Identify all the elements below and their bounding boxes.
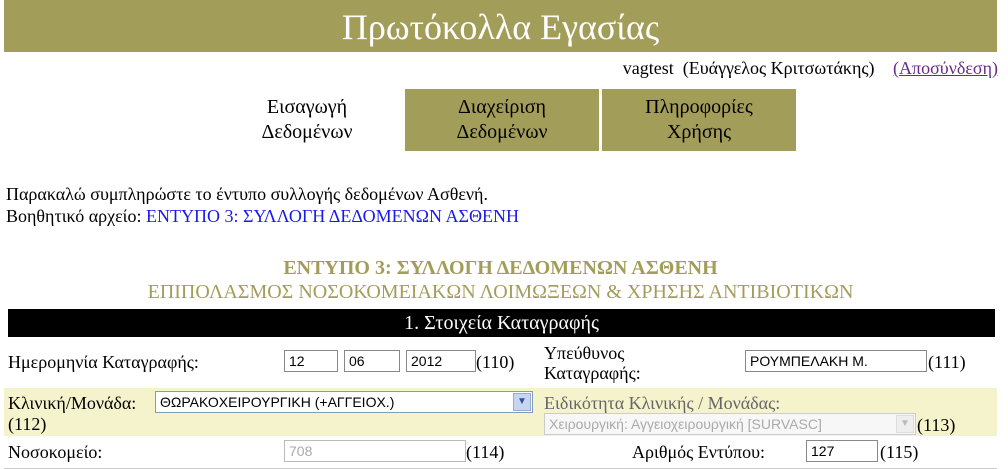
tab-label-line1: Πληροφορίες [645,96,753,118]
form-subtitle: ΕΠΙΠΟΛΑΣΜΟΣ ΝΟΣΟΚΟΜΕΙΑΚΩΝ ΛΟΙΜΩΞΕΩΝ & ΧΡ… [147,281,854,303]
year-input[interactable] [406,350,476,372]
user-fullname: (Ευάγγελος Κριτσωτάκης) [682,58,875,78]
tab-data-management[interactable]: Διαχείριση Δεδομένων [405,89,599,151]
helper-file-link[interactable]: ΕΝΤΥΠΟ 3: ΣΥΛΛΟΓΗ ΔΕΔΟΜΕΝΩΝ ΑΣΘΕΝΗ [146,206,519,226]
form-row-date: Ημερομηνία Καταγραφής: (110) Υπεύθυνος Κ… [4,339,997,386]
form-row-clinic: Κλινική/Μονάδα: ΘΩΡΑΚΟΧΕΙΡΟΥΡΓΙΚΗ (+ΑΓΓΕ… [4,388,997,436]
responsible-code: (111) [928,352,966,372]
section-header: 1. Στοιχεία Καταγραφής [8,309,995,337]
chevron-down-icon: ▼ [896,415,914,433]
form-number-input[interactable] [806,440,878,462]
tab-label-line2: Δεδομένων [261,121,353,143]
date-code: (110) [476,352,515,372]
date-label: Ημερομηνία Καταγραφής: [8,352,199,372]
tab-label-line1: Διαχείριση [458,96,546,118]
responsible-label: Υπεύθυνος Καταγραφής: [544,343,641,383]
username: vagtest [622,58,674,78]
user-info: vagtest (Ευάγγελος Κριτσωτάκης) (Αποσύνδ… [623,58,998,79]
hospital-input [284,440,466,462]
tab-label-line2: Δεδομένων [456,121,548,143]
specialty-select: Χειρουργική: Αγγειοχειρουργική [SURVASC]… [544,413,916,435]
app-title-banner: Πρωτόκολλα Εγασίας [4,0,997,52]
responsible-label-line2: Καταγραφής: [544,363,641,383]
hospital-label: Νοσοκομείο: [8,442,103,462]
chevron-down-icon[interactable]: ▼ [513,393,531,411]
intro-block: Παρακαλώ συμπληρώστε το έντυπο συλλογής … [6,183,519,227]
logout-link[interactable]: (Αποσύνδεση) [893,58,998,78]
specialty-selected-value: Χειρουργική: Αγγειοχειρουργική [SURVASC] [549,416,822,432]
responsible-label-line1: Υπεύθυνος [544,343,625,363]
clinic-select[interactable]: ΘΩΡΑΚΟΧΕΙΡΟΥΡΓΙΚΗ (+ΑΓΓΕΙΟΧ.) ▼ [155,391,533,413]
tab-data-entry[interactable]: Εισαγωγή Δεδομένων [210,89,404,151]
tab-label-line2: Χρήσης [666,121,732,143]
tab-usage-info[interactable]: Πληροφορίες Χρήσης [602,89,796,151]
form-number-label: Αριθμός Εντύπου: [632,442,766,462]
form-number-code: (115) [880,442,919,462]
helper-file-label: Βοηθητικό αρχείο: [6,206,142,226]
specialty-code: (113) [917,415,956,435]
hospital-code: (114) [466,442,505,462]
tab-label-line1: Εισαγωγή [266,96,348,118]
clinic-label: Κλινική/Μονάδα: [8,393,137,413]
form-row-hospital: Νοσοκομείο: (114) Αριθμός Εντύπου: (115) [4,437,997,469]
clinic-code: (112) [8,414,47,434]
responsible-input[interactable] [745,350,927,372]
app-title: Πρωτόκολλα Εγασίας [341,7,660,47]
day-input[interactable] [284,350,338,372]
specialty-label: Ειδικότητα Κλινικής / Μονάδας: [544,393,781,413]
form-title: ΕΝΤΥΠΟ 3: ΣΥΛΛΟΓΗ ΔΕΔΟΜΕΝΩΝ ΑΣΘΕΝΗ [283,257,718,279]
clinic-selected-value: ΘΩΡΑΚΟΧΕΙΡΟΥΡΓΙΚΗ (+ΑΓΓΕΙΟΧ.) [160,394,395,410]
month-input[interactable] [344,350,400,372]
intro-text: Παρακαλώ συμπληρώστε το έντυπο συλλογής … [6,184,488,204]
